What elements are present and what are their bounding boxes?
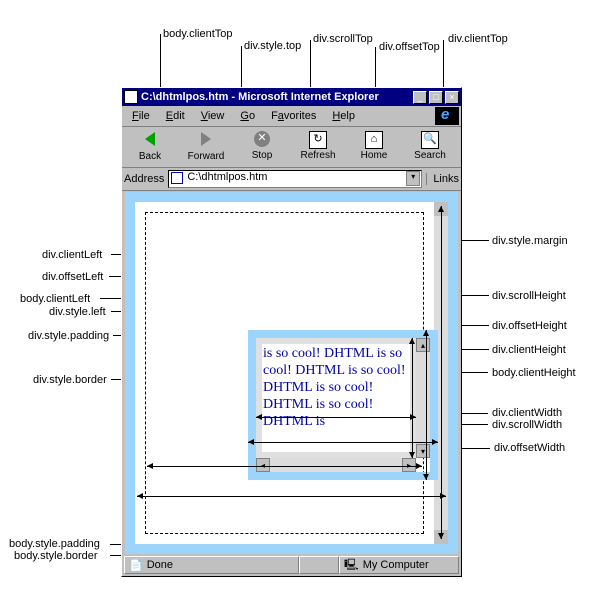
- arrow-div-clientHeight: [412, 338, 413, 458]
- menu-file[interactable]: File: [124, 110, 158, 122]
- close-button[interactable]: ×: [445, 91, 459, 104]
- search-button[interactable]: 🔍Search: [402, 127, 458, 167]
- stop-button[interactable]: ✕Stop: [234, 127, 290, 167]
- scroll-up-icon[interactable]: ▴: [416, 338, 430, 352]
- ie-window: C:\dhtmlpos.htm - Microsoft Internet Exp…: [121, 87, 462, 577]
- forward-button[interactable]: Forward: [178, 127, 234, 167]
- label-div-style-padding: div.style.padding: [28, 330, 109, 342]
- label-div-offsetHeight: div.offsetHeight: [492, 320, 567, 332]
- arrow-body-clientHeight: [441, 206, 442, 539]
- status-spacer: [299, 556, 339, 574]
- page-icon: [171, 172, 183, 184]
- label-div-scrollWidth: div.scrollWidth: [492, 419, 562, 431]
- div-content: is so cool! DHTML is so cool! DHTML is s…: [262, 344, 410, 452]
- arrow-body-clientWidth: [147, 466, 422, 467]
- label-body-style-padding: body.style.padding: [9, 538, 100, 550]
- status-zone: 🖳 My Computer: [339, 556, 459, 574]
- ie-logo-icon: [435, 107, 459, 125]
- title-bar: C:\dhtmlpos.htm - Microsoft Internet Exp…: [122, 88, 461, 106]
- home-button[interactable]: ⌂Home: [346, 127, 402, 167]
- label-div-clientLeft: div.clientLeft: [42, 249, 102, 261]
- label-div-offsetTop: div.offsetTop: [379, 41, 440, 53]
- label-div-scrollHeight: div.scrollHeight: [492, 290, 566, 302]
- diagram-stage: body.clientTop div.style.top div.scrollT…: [0, 0, 609, 602]
- address-label: Address: [124, 173, 164, 185]
- body-element: ▴ ▾ is so cool! DHTML is so cool! DHTML …: [125, 192, 458, 554]
- label-body-style-border: body.style.border: [14, 550, 98, 562]
- label-body-clientLeft: body.clientLeft: [20, 293, 90, 305]
- refresh-button[interactable]: ↻Refresh: [290, 127, 346, 167]
- label-div-clientTop: div.clientTop: [448, 33, 508, 45]
- menu-view[interactable]: View: [193, 110, 233, 122]
- arrow-div-clientWidth: [256, 417, 416, 418]
- address-bar: Address C:\dhtmlpos.htm ▾ Links: [122, 168, 461, 191]
- menu-favorites[interactable]: Favorites: [263, 110, 324, 122]
- menu-bar: File Edit View Go Favorites Help: [122, 106, 461, 127]
- label-div-style-top: div.style.top: [244, 40, 301, 52]
- address-value: C:\dhtmlpos.htm: [187, 171, 267, 183]
- menu-go[interactable]: Go: [232, 110, 263, 122]
- arrow-div-offsetWidth: [248, 442, 438, 443]
- label-div-clientHeight: div.clientHeight: [492, 344, 566, 356]
- menu-edit[interactable]: Edit: [158, 110, 193, 122]
- div-vscrollbar[interactable]: ▴ ▾: [416, 338, 430, 458]
- label-div-offsetLeft: div.offsetLeft: [42, 271, 103, 283]
- minimize-button[interactable]: _: [413, 91, 427, 104]
- label-div-style-left: div.style.left: [49, 306, 106, 318]
- scroll-left-icon[interactable]: ◂: [256, 458, 270, 472]
- label-body-clientTop: body.clientTop: [163, 28, 233, 40]
- toolbar: Back Forward ✕Stop ↻Refresh ⌂Home 🔍Searc…: [122, 127, 461, 168]
- back-button[interactable]: Back: [122, 127, 178, 167]
- arrow-div-offsetHeight: [426, 330, 427, 480]
- scroll-down-icon[interactable]: ▾: [416, 444, 430, 458]
- label-div-style-margin: div.style.margin: [492, 235, 568, 247]
- label-body-clientHeight: body.clientHeight: [492, 367, 576, 379]
- status-done: 📄 Done: [124, 556, 299, 574]
- zone-icon: 🖳: [344, 556, 359, 575]
- label-div-clientWidth: div.clientWidth: [492, 407, 562, 419]
- label-div-offsetWidth: div.offsetWidth: [494, 442, 565, 454]
- label-div-style-border: div.style.border: [33, 374, 107, 386]
- app-icon: [124, 90, 138, 104]
- address-dropdown-icon[interactable]: ▾: [406, 171, 420, 186]
- links-label[interactable]: Links: [426, 173, 459, 185]
- address-input[interactable]: C:\dhtmlpos.htm ▾: [168, 170, 422, 188]
- maximize-button[interactable]: □: [429, 91, 443, 104]
- scroll-right-icon[interactable]: ▸: [402, 458, 416, 472]
- window-title: C:\dhtmlpos.htm - Microsoft Internet Exp…: [141, 91, 411, 103]
- div-hscrollbar[interactable]: ◂ ▸: [256, 458, 416, 472]
- label-div-scrollTop: div.scrollTop: [313, 33, 373, 45]
- arrow-body-offsetWidth: [137, 496, 446, 497]
- menu-help[interactable]: Help: [324, 110, 363, 122]
- status-bar: 📄 Done 🖳 My Computer: [124, 556, 459, 574]
- done-icon: 📄: [129, 559, 143, 572]
